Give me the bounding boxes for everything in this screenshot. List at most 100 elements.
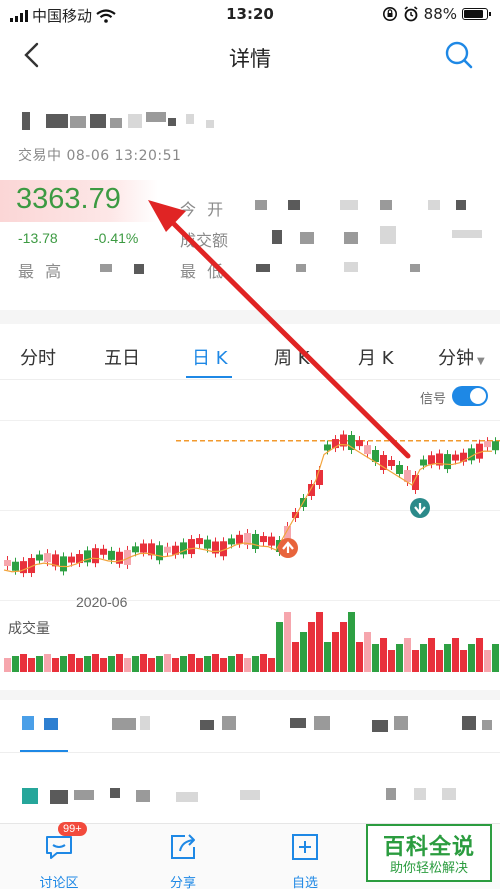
volume-bar	[228, 656, 235, 672]
volume-bar	[244, 658, 251, 672]
reference-line	[200, 440, 205, 442]
volume-bar	[380, 638, 387, 672]
current-price: 3363.79	[16, 183, 121, 215]
volume-bar	[92, 654, 99, 672]
reference-line	[424, 440, 429, 442]
low-label: 最 低	[180, 262, 227, 281]
reference-line	[456, 440, 461, 442]
toggle-knob	[470, 388, 486, 404]
candle-body	[268, 536, 275, 546]
rotation-lock-icon	[382, 7, 397, 21]
volume-bar	[404, 638, 411, 672]
tab-daily-k[interactable]: 日 K	[192, 344, 228, 370]
candle-body	[308, 484, 315, 496]
discussion-button[interactable]: 讨论区	[24, 832, 94, 889]
page-title: 详情	[229, 47, 271, 71]
candle-body	[196, 538, 203, 545]
reference-line	[192, 440, 197, 442]
watchlist-button[interactable]: 自选	[270, 832, 340, 889]
candlestick-chart[interactable]	[0, 410, 500, 690]
volume-bar	[292, 642, 299, 672]
volume-bar	[276, 622, 283, 672]
volume-bar	[268, 658, 275, 672]
candle-body	[12, 561, 19, 571]
candle-body	[356, 440, 363, 447]
candle-body	[452, 454, 459, 461]
price-change: -13.78	[18, 230, 58, 246]
volume-bar	[44, 654, 51, 672]
reference-line	[392, 440, 397, 442]
volume-bar	[220, 658, 227, 672]
volume-bar	[492, 644, 499, 672]
reference-line	[432, 440, 437, 442]
volume-bar	[388, 650, 395, 672]
volume-bar	[204, 656, 211, 672]
candle-body	[236, 534, 243, 544]
tab-weekly-k[interactable]: 周 K	[274, 344, 310, 370]
volume-bar	[452, 638, 459, 672]
battery-percent: 88%	[423, 5, 457, 23]
tab-monthly-k[interactable]: 月 K	[358, 344, 394, 370]
volume-bar	[436, 650, 443, 672]
candle-body	[140, 543, 147, 553]
candle-body	[484, 441, 491, 448]
discussion-label: 讨论区	[39, 876, 79, 889]
volume-bar	[252, 656, 259, 672]
reference-line	[224, 440, 229, 442]
reference-line	[408, 440, 413, 442]
volume-bar	[84, 656, 91, 672]
reference-line	[240, 440, 245, 442]
add-square-icon	[292, 834, 318, 860]
reference-line	[320, 440, 325, 442]
candle-body	[252, 533, 259, 549]
volume-bar	[124, 658, 131, 672]
candle-body	[156, 545, 163, 561]
search-icon[interactable]	[444, 40, 474, 70]
volume-bar	[76, 658, 83, 672]
candle-body	[132, 546, 139, 553]
volume-bar	[340, 622, 347, 672]
tab-intraday[interactable]: 分时	[20, 344, 56, 370]
share-icon	[171, 834, 195, 859]
reference-line	[272, 440, 277, 442]
reference-line	[256, 440, 261, 442]
volume-bar	[412, 650, 419, 672]
candle-body	[44, 553, 51, 563]
reference-line	[472, 440, 477, 442]
candle-body	[108, 550, 115, 560]
candle-body	[364, 445, 371, 455]
signal-toggle[interactable]	[452, 386, 488, 406]
active-tab-indicator	[186, 376, 232, 378]
tabs-border	[0, 379, 500, 380]
reference-line	[312, 440, 317, 442]
reference-line	[264, 440, 269, 442]
volume-bar	[180, 656, 187, 672]
volume-bar	[444, 644, 451, 672]
volume-bar	[52, 658, 59, 672]
tab-five-day[interactable]: 五日	[104, 344, 140, 370]
reference-line	[208, 440, 213, 442]
reference-line	[384, 440, 389, 442]
high-label: 最 高	[18, 262, 65, 281]
volume-bar	[132, 656, 139, 672]
nav-bar: 详情	[0, 30, 500, 82]
reference-line	[440, 440, 445, 442]
volume-bar	[332, 632, 339, 672]
volume-bar	[4, 658, 11, 672]
volume-bar	[300, 632, 307, 672]
watchlist-label: 自选	[291, 876, 318, 889]
reference-line	[176, 440, 181, 442]
tab-minute-label: 分钟	[438, 348, 474, 369]
chevron-down-icon: ▼	[477, 356, 485, 367]
section-divider	[0, 310, 500, 324]
share-button[interactable]: 分享	[148, 832, 218, 889]
volume-bar	[156, 656, 163, 672]
tab-minute[interactable]: 分钟 ▼	[438, 344, 485, 370]
volume-bar	[148, 658, 155, 672]
candle-body	[68, 556, 75, 563]
candle-body	[396, 465, 403, 474]
volume-bar	[68, 654, 75, 672]
volume-bar	[260, 654, 267, 672]
reference-line	[248, 440, 253, 442]
volume-bar	[140, 654, 147, 672]
